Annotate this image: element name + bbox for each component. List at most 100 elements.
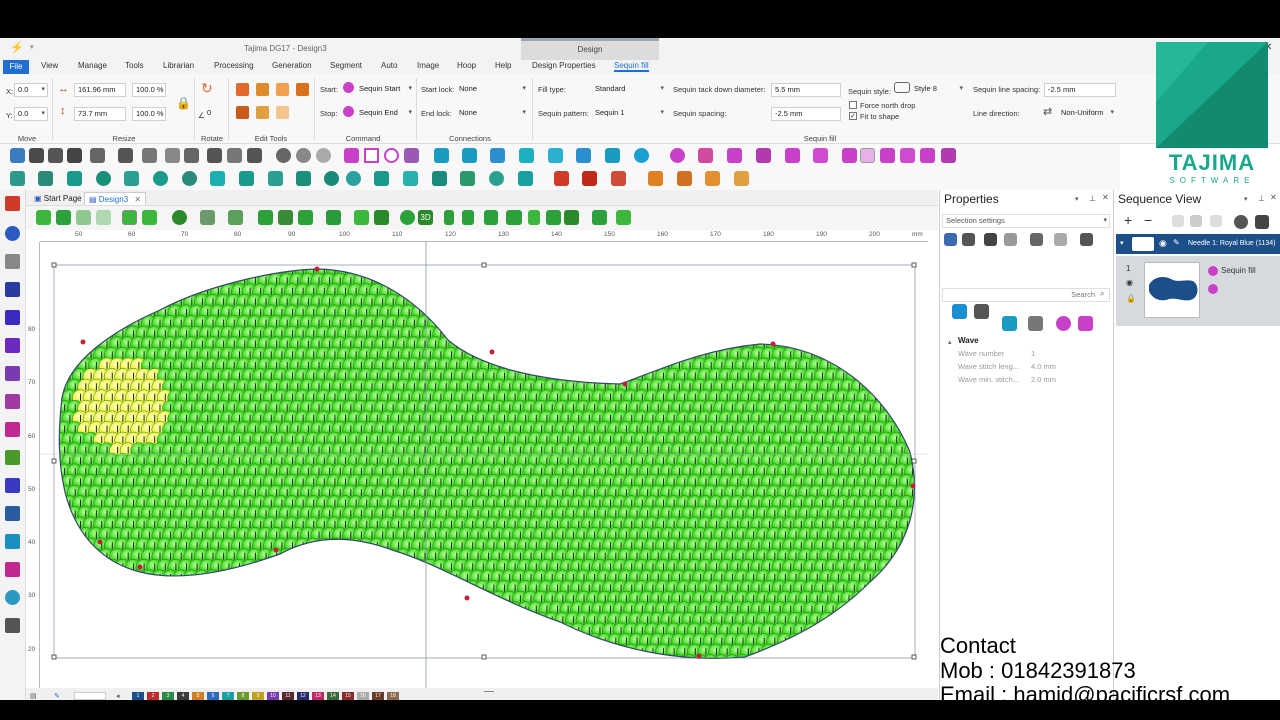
show-stitches-icon[interactable] [56,210,71,225]
lasso-icon[interactable] [5,226,20,241]
zoom-in-icon[interactable] [172,210,187,225]
save-icon[interactable] [48,148,63,163]
sequin-icon[interactable] [670,148,685,163]
group-objects-icon[interactable] [236,83,249,96]
tab-start-page[interactable]: ▣ Start Page [30,192,86,205]
tab-sequin-fill[interactable]: Sequin fill [614,61,649,72]
stop-command-select[interactable]: Sequin End [356,107,414,121]
crop-icon[interactable] [258,210,273,225]
lettering-icon[interactable] [5,450,20,465]
sequin-pattern-select[interactable]: Sequin 1 [592,107,666,121]
slow-redraw-icon[interactable] [400,210,415,225]
node-edit-icon[interactable] [5,310,20,325]
tab-design-properties[interactable]: Design Properties [532,61,596,70]
menu-hoop[interactable]: Hoop [457,61,476,70]
sequin-scatter-icon[interactable] [920,148,935,163]
needle-icon[interactable] [5,562,20,577]
3d-view-icon[interactable]: 3D [418,210,433,225]
tool-g-icon[interactable] [182,171,197,186]
menu-librarian[interactable]: Librarian [163,61,194,70]
tool-q-icon[interactable] [460,171,475,186]
tool-s-icon[interactable] [518,171,533,186]
step-back-icon[interactable] [546,210,561,225]
sequin-grid-icon[interactable] [727,148,742,163]
step-stitch-icon[interactable] [528,210,540,225]
tool-j-icon[interactable] [268,171,283,186]
sequin-circle-icon[interactable] [880,148,895,163]
tool-e-icon[interactable] [124,171,139,186]
fill-type-select[interactable]: Standard [592,83,666,97]
sequin-fill-icon[interactable] [860,148,875,163]
frame-icon[interactable] [605,148,620,163]
grid-icon[interactable] [278,210,293,225]
tool-t-icon[interactable] [554,171,569,186]
paste-icon[interactable] [184,148,199,163]
show-outlines-icon[interactable] [76,210,91,225]
line-spacing-input[interactable]: -2.5 mm [1044,83,1116,97]
tool-l-icon[interactable] [324,171,339,186]
zoom-icon[interactable] [227,148,242,163]
menu-auto[interactable]: Auto [381,61,397,70]
run-icon[interactable] [490,148,505,163]
heart-icon[interactable] [5,590,20,605]
print-preview-icon[interactable] [207,148,222,163]
width-percent-input[interactable]: 100.0 % [132,83,166,97]
rectangle-icon[interactable] [364,148,379,163]
grid-view-icon[interactable] [142,210,157,225]
keyboard-icon[interactable] [5,618,20,633]
shape-icon[interactable] [5,394,20,409]
tool-d-icon[interactable] [96,171,111,186]
menu-view[interactable]: View [41,61,58,70]
sequin-dots-icon[interactable] [813,148,828,163]
align-icon[interactable] [236,106,249,119]
sequin-shape-icon[interactable] [756,148,771,163]
fill-icon[interactable] [434,148,449,163]
tool-z-icon[interactable] [734,171,749,186]
wave-icon[interactable] [519,148,534,163]
tool-k-icon[interactable] [296,171,311,186]
cut-icon[interactable] [142,148,157,163]
tool-r-icon[interactable] [489,171,504,186]
menu-image[interactable]: Image [417,61,439,70]
needle-points-icon[interactable] [200,210,215,225]
edit-shape-icon[interactable] [296,83,309,96]
ungroup-icon[interactable] [256,83,269,96]
sequin-cut-icon[interactable] [842,148,857,163]
menu-generation[interactable]: Generation [272,61,312,70]
sequin-multi-icon[interactable] [900,148,915,163]
menu-help[interactable]: Help [495,61,511,70]
satin-icon[interactable] [462,148,477,163]
height-percent-input[interactable]: 100.0 % [132,107,166,121]
design-canvas[interactable] [40,242,928,688]
filter-icon[interactable] [36,210,51,225]
brush-icon[interactable] [5,422,20,437]
line-direction-select[interactable]: Non-Uniform [1058,107,1116,121]
menu-file[interactable]: File [3,60,29,74]
start-lock-select[interactable]: None [456,83,528,97]
image-icon[interactable] [5,366,20,381]
text-tool-icon[interactable] [5,196,20,211]
tool-p-icon[interactable] [432,171,447,186]
tack-diameter-input[interactable]: 5.5 mm [771,83,841,97]
view-icon[interactable] [5,506,20,521]
transform-icon[interactable] [276,83,289,96]
tool-h-icon[interactable] [210,171,225,186]
rotate-icon[interactable]: ↻ [201,80,213,97]
app-icon[interactable]: ⚡ [10,41,24,54]
refresh-icon[interactable] [316,148,331,163]
tool-n-icon[interactable] [374,171,389,186]
target-icon[interactable] [634,148,649,163]
monogram-icon[interactable] [5,478,20,493]
x-input[interactable]: 0.0 [14,83,48,97]
polygon-icon[interactable] [404,148,419,163]
tool-b-icon[interactable] [38,171,53,186]
height-input[interactable]: 73.7 mm [74,107,126,121]
sequin-spacing-input[interactable]: -2.5 mm [771,107,841,121]
stitch-player-icon[interactable] [592,210,607,225]
step-100-icon[interactable] [484,210,498,225]
show-fabric-icon[interactable] [96,210,111,225]
tool-f-icon[interactable] [153,171,168,186]
heart-view-icon[interactable] [228,210,243,225]
open-file-icon[interactable] [29,148,44,163]
quick-access-icon[interactable]: ▾ [30,43,34,51]
